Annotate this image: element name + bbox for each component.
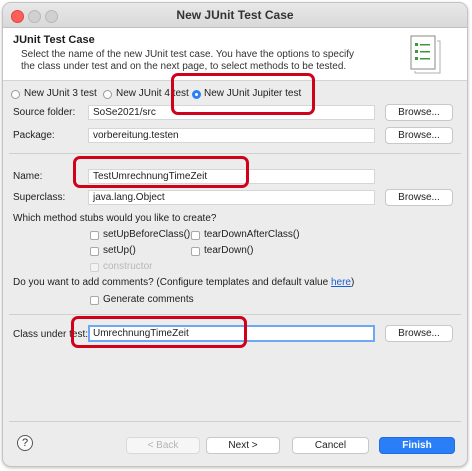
help-icon[interactable]: ? — [17, 435, 33, 451]
teardown-checkbox[interactable] — [191, 247, 200, 256]
teardownafterclass-label: tearDownAfterClass() — [204, 229, 300, 240]
setup-label: setUp() — [103, 245, 136, 256]
package-browse-button[interactable]: Browse... — [385, 127, 453, 144]
setup-checkbox[interactable] — [90, 247, 99, 256]
source-folder-browse-button[interactable]: Browse... — [385, 104, 453, 121]
finish-button[interactable]: Finish — [379, 437, 455, 454]
highlight-name-field — [73, 156, 249, 188]
next-button[interactable]: Next > — [206, 437, 280, 454]
generate-comments-checkbox[interactable] — [90, 296, 99, 305]
superclass-label: Superclass: — [13, 192, 66, 203]
configure-templates-link[interactable]: here — [331, 277, 351, 288]
package-field[interactable]: vorbereitung.testen — [88, 128, 375, 143]
name-label: Name: — [13, 171, 43, 182]
separator — [9, 153, 461, 154]
highlight-class-under-test — [71, 316, 247, 348]
junit3-label: New JUnit 3 test — [24, 88, 97, 99]
wizard-title: JUnit Test Case — [13, 34, 95, 46]
separator — [9, 314, 461, 315]
highlight-jupiter-option — [171, 73, 315, 115]
comments-question-text: Do you want to add comments? (Configure … — [13, 277, 331, 288]
class-under-test-browse-button[interactable]: Browse... — [385, 325, 453, 342]
back-button[interactable]: < Back — [126, 437, 200, 454]
teardown-label: tearDown() — [204, 245, 254, 256]
superclass-field[interactable]: java.lang.Object — [88, 190, 375, 205]
junit4-radio[interactable] — [103, 90, 112, 99]
source-folder-label: Source folder: — [13, 107, 76, 118]
constructor-label: constructor — [103, 261, 153, 272]
window-title: New JUnit Test Case — [176, 8, 294, 22]
wizard-description: Select the name of the new JUnit test ca… — [21, 49, 354, 72]
junit-banner-icon — [410, 35, 441, 74]
junit3-radio[interactable] — [11, 90, 20, 99]
stubs-question: Which method stubs would you like to cre… — [13, 213, 217, 224]
package-label: Package: — [13, 130, 55, 141]
footer-separator — [9, 421, 461, 422]
setupbeforeclass-checkbox[interactable] — [90, 231, 99, 240]
generate-comments-label: Generate comments — [103, 294, 194, 305]
cancel-button[interactable]: Cancel — [292, 437, 369, 454]
teardownafterclass-checkbox[interactable] — [191, 231, 200, 240]
superclass-browse-button[interactable]: Browse... — [385, 189, 453, 206]
setupbeforeclass-label: setUpBeforeClass() — [103, 229, 191, 240]
comments-question-close: ) — [350, 277, 355, 288]
constructor-checkbox[interactable] — [90, 263, 99, 272]
title-bar: New JUnit Test Case — [3, 3, 467, 28]
dialog-window: New JUnit Test Case JUnit Test Case Sele… — [2, 2, 468, 467]
comments-question: Do you want to add comments? (Configure … — [13, 277, 354, 288]
